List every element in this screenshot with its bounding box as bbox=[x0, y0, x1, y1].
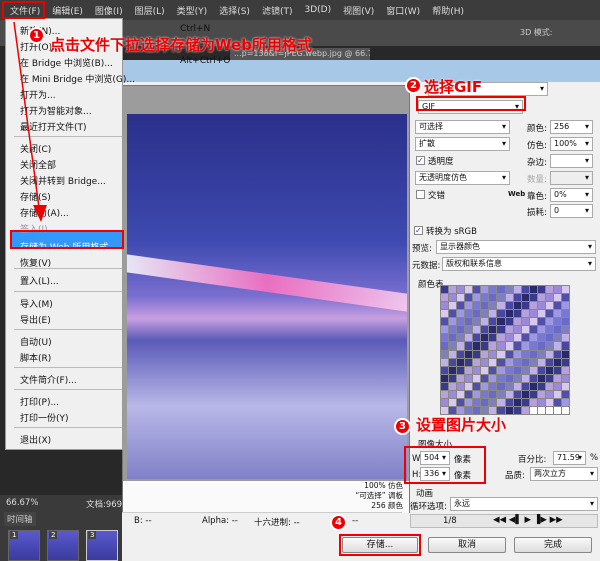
annotation-step-2: 选择GIF bbox=[424, 78, 483, 96]
highlight-save bbox=[339, 534, 421, 556]
annotation-step-1: 点击文件下拉选择存储为Web所用格式 bbox=[50, 36, 312, 54]
step-badge-1: 1 bbox=[28, 27, 45, 44]
highlight-format bbox=[416, 96, 526, 111]
annotation-step-3: 设置图片大小 bbox=[416, 416, 507, 434]
step-badge-3: 3 bbox=[394, 418, 411, 435]
step-badge-4: 4 bbox=[330, 514, 347, 531]
highlight-image-size bbox=[404, 446, 486, 484]
highlight-file-menu bbox=[2, 1, 45, 19]
arrow-annotation bbox=[13, 21, 47, 222]
step-badge-2: 2 bbox=[405, 77, 422, 94]
